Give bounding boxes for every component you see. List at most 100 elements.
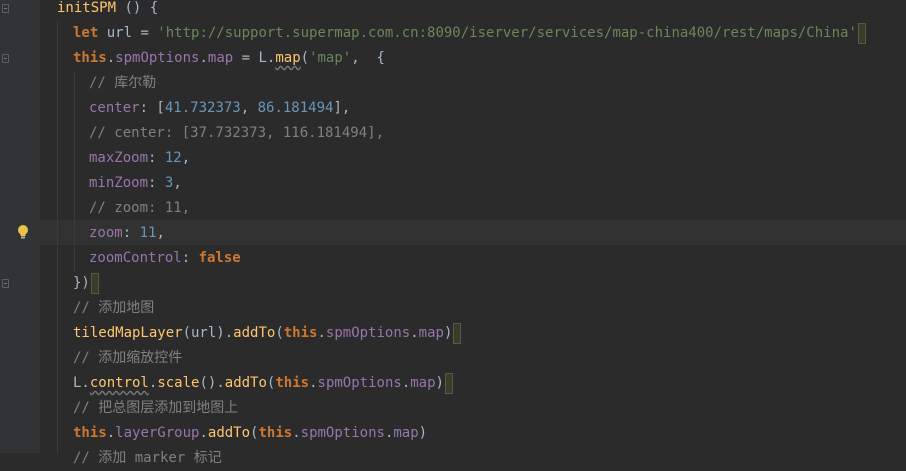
code-token: addTo [207,425,251,441]
code-token: . [317,325,326,341]
code-line[interactable]: // zoom: 11, [89,196,190,221]
code-token: 41.732373 [164,100,241,116]
code-token: minZoom [89,175,149,191]
code-token: addTo [224,375,267,391]
code-token: . [410,325,419,341]
code-token: , { [351,50,385,66]
code-token: . [106,425,116,441]
code-token: . [106,50,116,66]
bracket-match-highlight [90,272,99,294]
code-line[interactable]: center: [41.732373, 86.181494], [89,96,350,121]
code-token: , [181,150,191,166]
code-line[interactable]: this.layerGroup.addTo(this.spmOptions.ma… [73,421,427,446]
code-token: // 添加缩放控件 [73,350,183,366]
code-token: this [283,325,318,341]
bracket-match-highlight [444,372,453,394]
code-token: (). [199,375,225,391]
bracket-match-highlight [453,322,462,344]
indent-guide [74,72,75,272]
code-line[interactable]: L.control.scale().addTo(this.spmOptions.… [73,371,453,396]
code-token: ) [418,425,428,441]
code-token: : [ [139,100,165,116]
code-token: this [73,425,107,441]
code-token: // 把总图层添加到地图上 [73,400,239,416]
code-token: // 添加地图 [73,300,155,316]
code-token: 86.181494 [257,100,334,116]
bracket-match-highlight [857,22,866,44]
code-token: , [156,225,165,241]
code-token: this [73,50,107,66]
code-token: : [181,250,199,266]
code-line[interactable]: maxZoom: 12, [89,146,190,171]
code-token: spmOptions [325,325,411,341]
code-token: // 添加 marker 标记 [73,450,222,466]
code-token: url = [106,25,158,41]
code-token: }) [73,275,90,291]
lightbulb-icon[interactable] [16,224,30,240]
code-token: false [198,250,241,266]
code-token: , [240,100,258,116]
code-token: L. [73,375,90,391]
code-token: spmOptions [300,425,385,441]
code-token: . [401,375,411,391]
code-token: tiledMapLayer [73,325,183,341]
code-line[interactable]: tiledMapLayer(url).addTo(this.spmOptions… [73,321,462,346]
fold-marker-icon[interactable] [2,54,9,63]
code-token: 11 [139,225,157,241]
indent-guide [57,22,58,453]
code-token: ) [443,325,453,341]
code-token: = L. [233,50,276,66]
code-token: . [309,375,318,391]
code-token: map [418,325,444,341]
code-token: : [148,150,165,166]
code-token: map [410,375,436,391]
code-token: 'map' [309,50,352,66]
code-line[interactable]: let url = 'http://support.supermap.com.c… [73,21,866,46]
code-token: map [207,50,234,66]
code-token: . [199,50,208,66]
code-line[interactable]: // center: [37.732373, 116.181494], [89,121,384,146]
code-line[interactable]: // 添加 marker 标记 [73,446,222,471]
code-token: ( [275,325,284,341]
code-line[interactable]: // 添加地图 [73,296,154,321]
code-token: ( [300,50,310,66]
fold-marker-icon[interactable] [2,4,9,13]
fold-marker-icon[interactable] [2,279,9,288]
code-token: 12 [164,150,182,166]
code-line[interactable]: // 库尔勒 [89,71,156,96]
code-token: ], [333,100,351,116]
code-token: initSPM [57,0,117,16]
code-token: map [393,425,419,441]
code-editor[interactable]: initSPM () {let url = 'http://support.su… [0,0,906,466]
code-token: maxZoom [89,150,149,166]
code-token: ) [435,375,444,391]
code-token: (url). [182,325,234,341]
code-token: addTo [233,325,276,341]
code-token: spmOptions [317,375,402,391]
code-line[interactable]: zoom: 11, [89,221,165,246]
code-token: . [199,425,208,441]
current-line-highlight [40,220,906,245]
code-token: , [173,175,182,191]
code-token: () { [116,0,159,16]
code-token: // 库尔勒 [89,75,157,91]
code-line[interactable]: minZoom: 3, [89,171,182,196]
code-token: : [122,225,140,241]
code-token: spmOptions [115,50,200,66]
code-line[interactable]: // 添加缩放控件 [73,346,182,371]
code-token: : [148,175,165,191]
code-token: . [292,425,301,441]
code-token: zoom [89,225,123,241]
code-line[interactable]: this.spmOptions.map = L.map('map', { [73,46,385,71]
code-token: // center: [37.732373, 116.181494], [89,125,385,141]
code-token: 'http://support.supermap.com.cn:8090/ise… [157,25,857,41]
code-token: this [258,425,293,441]
code-token: // zoom: 11, [89,200,191,216]
editor-gutter [0,0,40,453]
code-line[interactable]: zoomControl: false [89,246,241,271]
code-line[interactable]: // 把总图层添加到地图上 [73,396,238,421]
code-line[interactable]: }) [73,271,99,296]
code-token: control [89,375,149,391]
code-token: zoomControl [89,250,182,266]
code-line[interactable]: initSPM () { [57,0,158,21]
